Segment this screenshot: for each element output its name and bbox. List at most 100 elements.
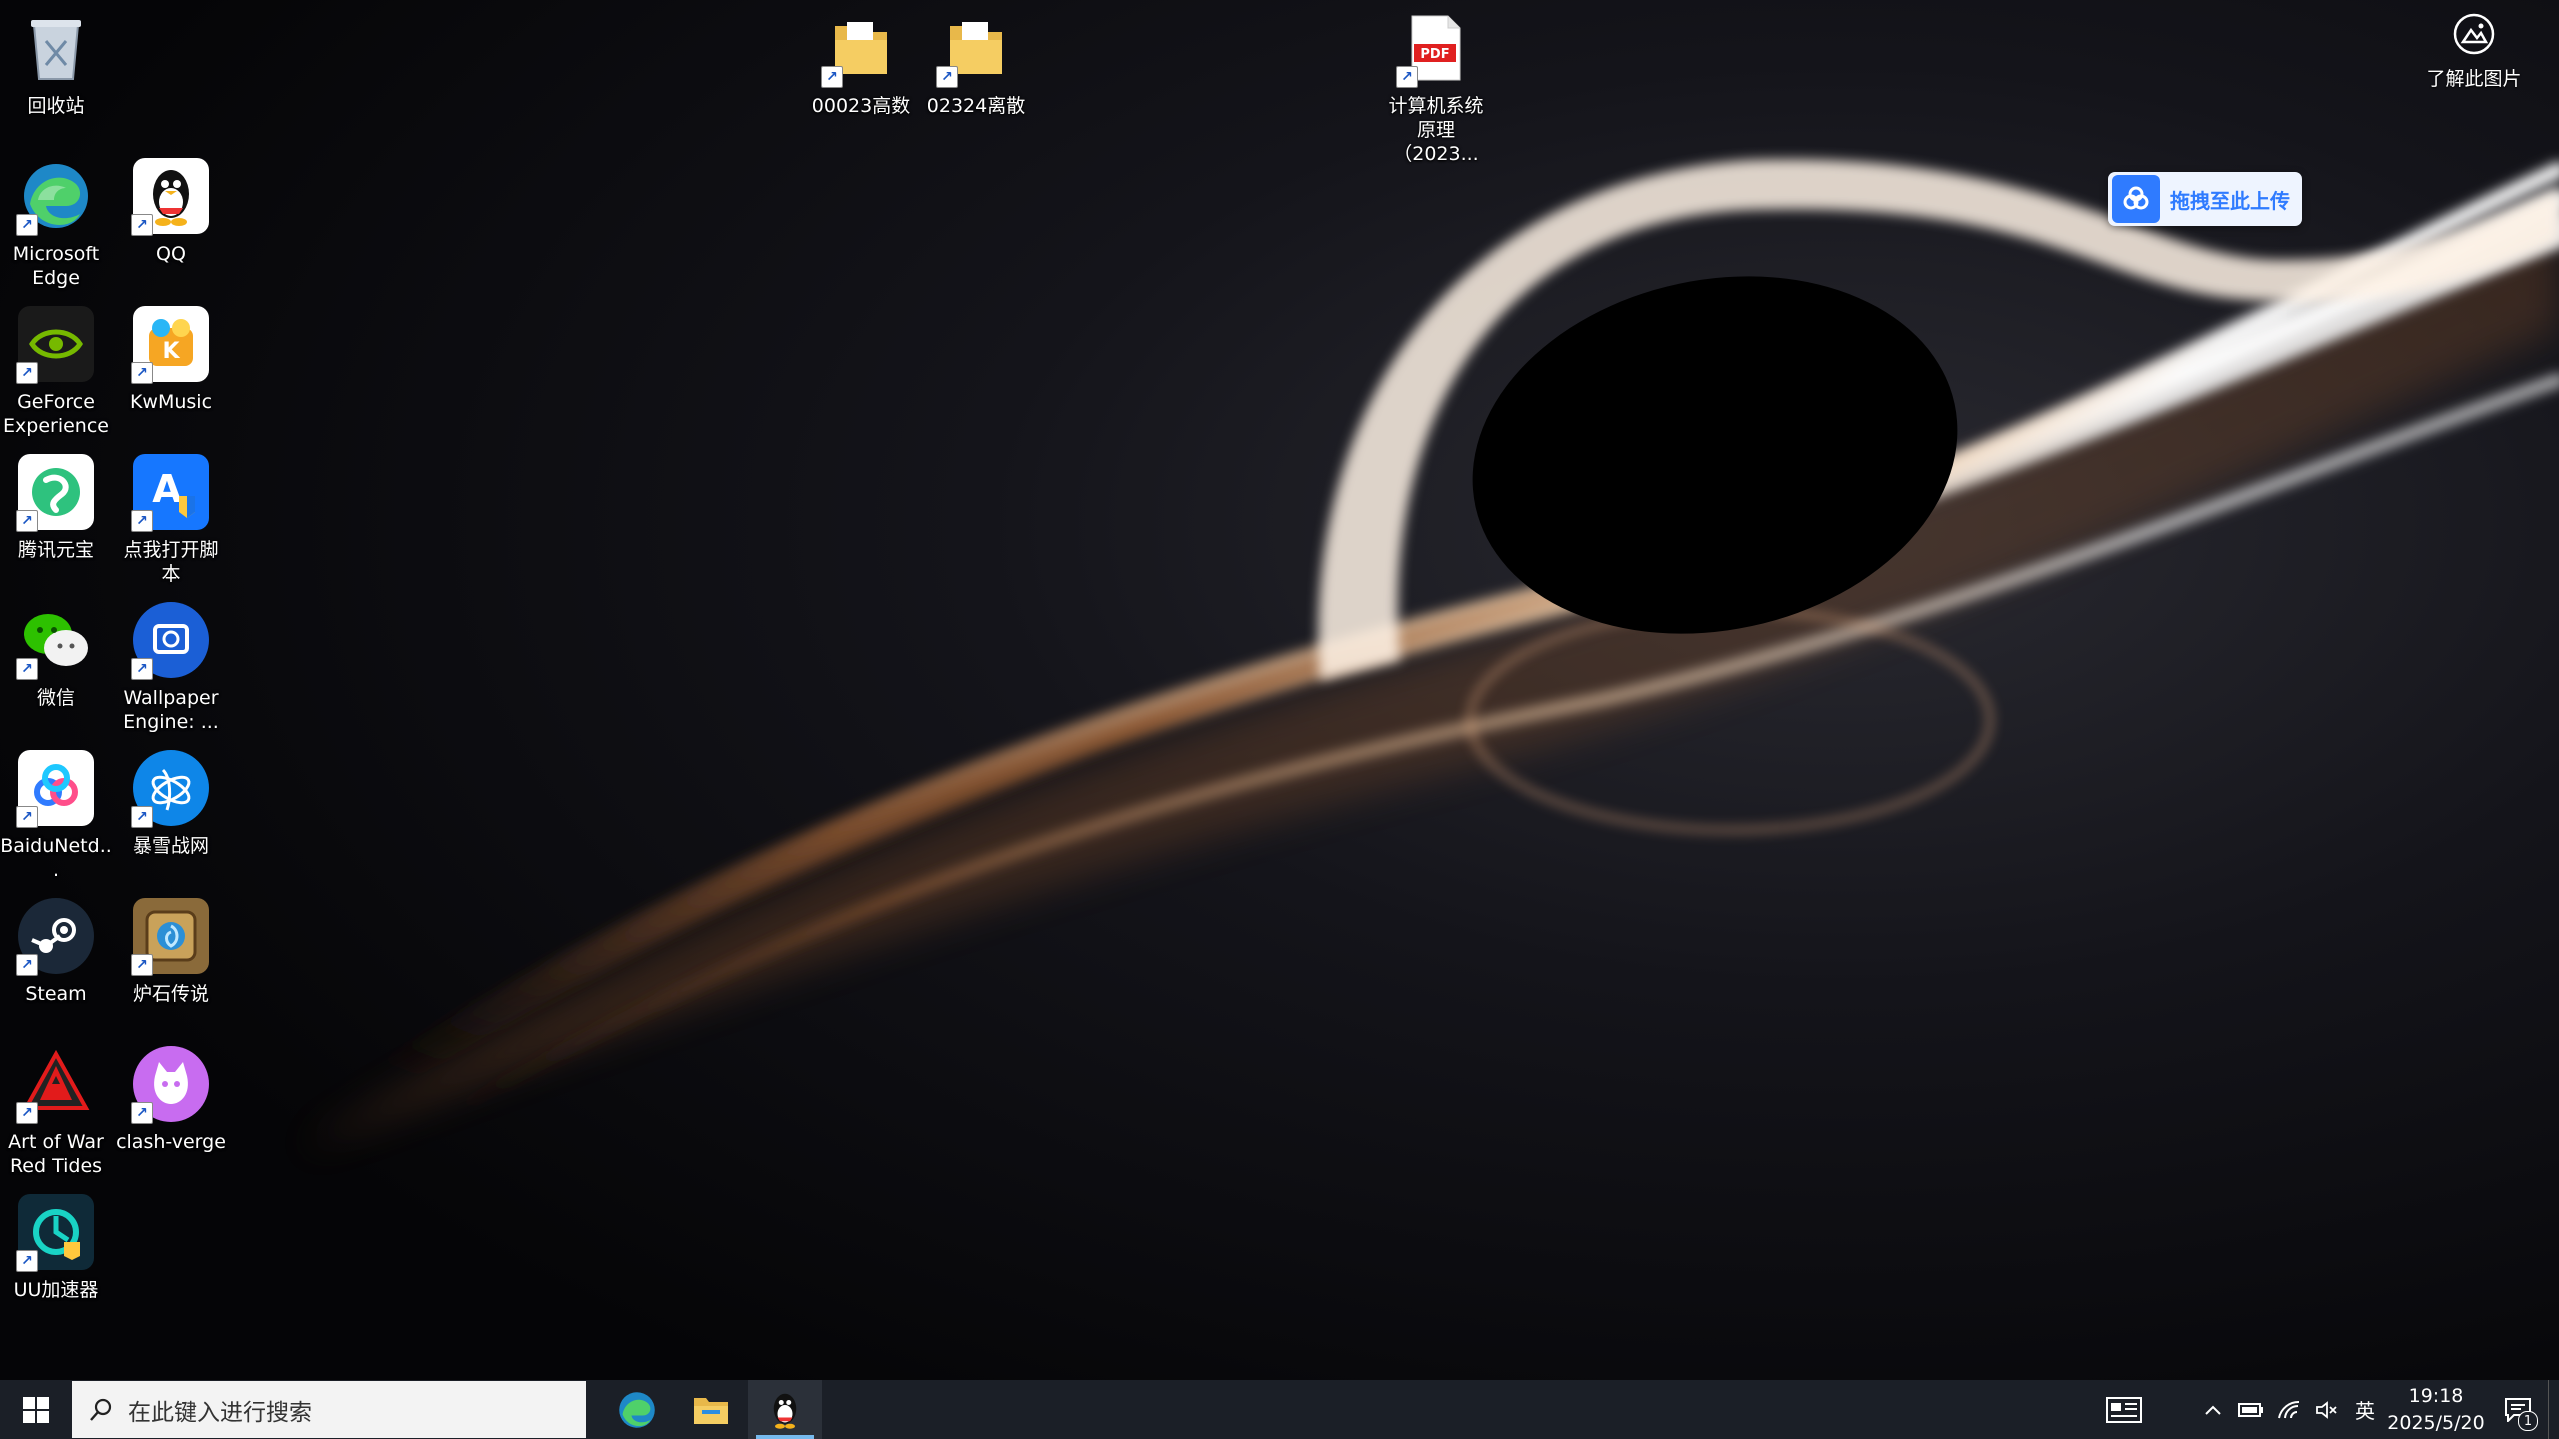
battlenet-icon: ↗ — [131, 750, 209, 828]
desktop-icon-qq[interactable]: ↗ QQ — [115, 148, 227, 266]
wallpaper-engine-icon: ↗ — [131, 602, 209, 680]
desktop-icon-edge[interactable]: ↗ Microsoft Edge — [0, 148, 112, 290]
learn-picture-label: 了解此图片 — [2426, 68, 2522, 90]
shortcut-arrow-icon: ↗ — [16, 658, 38, 680]
camera-info-icon — [2453, 13, 2495, 55]
news-icon — [2106, 1396, 2142, 1423]
desktop-icon-label: 炉石传说 — [132, 983, 209, 1005]
desktop-icon-kwmusic[interactable]: K ↗ KwMusic — [115, 296, 227, 414]
desktop-icon-wallpaper-engine[interactable]: ↗ Wallpaper Engine: ... — [115, 592, 227, 734]
shortcut-arrow-icon: ↗ — [16, 362, 38, 384]
news-widget-button[interactable] — [2094, 1380, 2154, 1439]
taskbar-app-qq[interactable] — [748, 1380, 822, 1439]
show-hidden-icons-button[interactable] — [2194, 1380, 2232, 1439]
edge-icon: ↗ — [16, 158, 94, 236]
shortcut-arrow-icon: ↗ — [131, 806, 153, 828]
battery-button[interactable] — [2232, 1380, 2270, 1439]
show-desktop-button[interactable] — [2548, 1380, 2559, 1439]
svg-text:PDF: PDF — [1420, 47, 1449, 62]
desktop-icon-yuanbao[interactable]: ↗ 腾讯元宝 — [0, 444, 112, 562]
clash-verge-cat-icon: ↗ — [131, 1046, 209, 1124]
desktop-icon-baidunetdisk[interactable]: ↗ BaiduNetd... — [0, 740, 112, 882]
desktop-icon-label: BaiduNetd... — [0, 835, 112, 881]
shortcut-arrow-icon: ↗ — [131, 954, 153, 976]
desktop-icon-label: Microsoft Edge — [12, 243, 100, 289]
desktop-icon-label: 00023高数 — [811, 95, 911, 117]
search-placeholder: 在此键入进行搜索 — [128, 1399, 312, 1426]
baidunetdisk-icon: ↗ — [16, 750, 94, 828]
desktop-icon-artofwar[interactable]: ↗ Art of War Red Tides — [0, 1036, 112, 1178]
desktop-icon-label: UU加速器 — [13, 1279, 99, 1301]
windows-logo-icon — [23, 1396, 49, 1423]
steam-icon: ↗ — [16, 898, 94, 976]
shortcut-arrow-icon: ↗ — [936, 66, 958, 88]
desktop-icon-label: 微信 — [36, 687, 75, 709]
desktop-icon-geforce-experience[interactable]: ↗ GeForce Experience — [0, 296, 112, 438]
battery-icon — [2238, 1402, 2263, 1417]
art-of-war-icon: ↗ — [16, 1046, 94, 1124]
clock-time: 19:18 — [2408, 1384, 2464, 1407]
network-button[interactable] — [2270, 1380, 2308, 1439]
hearthstone-icon: ↗ — [131, 898, 209, 976]
desktop-icon-label: Wallpaper Engine: ... — [123, 687, 219, 733]
desktop-icon-steam[interactable]: ↗ Steam — [0, 888, 112, 1006]
desktop-icon-label: clash-verge — [116, 1131, 226, 1153]
wechat-icon: ↗ — [16, 602, 94, 680]
learn-about-picture[interactable]: 了解此图片 — [2418, 12, 2530, 91]
desktop-icon-hearthstone[interactable]: ↗ 炉石传说 — [115, 888, 227, 1006]
desktop-icon-label: Steam — [25, 983, 87, 1005]
svg-text:A: A — [152, 467, 182, 511]
edge-icon — [619, 1391, 655, 1428]
clock[interactable]: 19:18 2025/5/20 — [2384, 1380, 2488, 1439]
app-store-script-icon: A ↗ — [131, 454, 209, 532]
desktop-icon-pdf[interactable]: PDF ↗ 计算机系统原理（2023... — [1380, 0, 1492, 166]
desktop-icon-recycle-bin[interactable]: 回收站 — [0, 0, 112, 118]
desktop-icon-label: GeForce Experience — [3, 391, 109, 437]
volume-muted-icon — [2316, 1400, 2337, 1419]
start-button[interactable] — [0, 1380, 72, 1439]
volume-button[interactable] — [2308, 1380, 2346, 1439]
folder-icon: ↗ — [821, 10, 899, 88]
action-center-button[interactable]: 1 — [2488, 1380, 2548, 1439]
shortcut-arrow-icon: ↗ — [16, 510, 38, 532]
uu-accelerator-icon: ↗ — [16, 1194, 94, 1272]
search-icon — [90, 1398, 112, 1421]
desktop-icon-folder-00023[interactable]: ↗ 00023高数 — [805, 0, 917, 118]
desktop-icon-label: 暴雪战网 — [132, 835, 209, 857]
desktop-icon-label: 02324离散 — [926, 95, 1026, 117]
chevron-up-icon — [2205, 1405, 2221, 1415]
shortcut-arrow-icon: ↗ — [16, 806, 38, 828]
desktop-icon-clash-verge[interactable]: ↗ clash-verge — [115, 1036, 227, 1154]
desktop-icon-script[interactable]: A ↗ 点我打开脚本 — [115, 444, 227, 586]
qq-icon: ↗ — [131, 158, 209, 236]
shortcut-arrow-icon: ↗ — [1396, 66, 1418, 88]
kwmusic-icon: K ↗ — [131, 306, 209, 384]
wifi-icon — [2278, 1400, 2300, 1418]
shortcut-arrow-icon: ↗ — [821, 66, 843, 88]
desktop-icon-label: QQ — [156, 243, 186, 265]
baidu-upload-label: 拖拽至此上传 — [2170, 188, 2290, 213]
nvidia-geforce-icon: ↗ — [16, 306, 94, 384]
desktop-icon-label: 计算机系统原理（2023... — [1388, 95, 1484, 165]
desktop-icon-battlenet[interactable]: ↗ 暴雪战网 — [115, 740, 227, 858]
taskbar: 在此键入进行搜索 英 19:18 2025/5/20 1 — [0, 1380, 2559, 1439]
desktop-icon-wechat[interactable]: ↗ 微信 — [0, 592, 112, 710]
system-tray: 英 19:18 2025/5/20 1 — [2094, 1380, 2559, 1439]
desktop-icon-folder-02324[interactable]: ↗ 02324离散 — [920, 0, 1032, 118]
baidunetdisk-icon — [2112, 175, 2160, 223]
desktop-icon-uu[interactable]: ↗ UU加速器 — [0, 1184, 112, 1302]
shortcut-arrow-icon: ↗ — [16, 954, 38, 976]
shortcut-arrow-icon: ↗ — [131, 1102, 153, 1124]
input-method-indicator[interactable]: 英 — [2346, 1380, 2384, 1439]
shortcut-arrow-icon: ↗ — [16, 1250, 38, 1272]
taskbar-app-file-explorer[interactable] — [674, 1380, 748, 1439]
taskbar-search-box[interactable]: 在此键入进行搜索 — [72, 1381, 586, 1438]
baidu-upload-widget[interactable]: 拖拽至此上传 — [2108, 172, 2302, 226]
desktop-icon-label: KwMusic — [129, 391, 213, 413]
file-explorer-icon — [694, 1397, 728, 1424]
qq-icon — [773, 1393, 797, 1429]
shortcut-arrow-icon: ↗ — [131, 658, 153, 680]
folder-icon: ↗ — [936, 10, 1014, 88]
taskbar-app-edge[interactable] — [600, 1380, 674, 1439]
desktop-icon-label: 点我打开脚本 — [123, 539, 219, 585]
